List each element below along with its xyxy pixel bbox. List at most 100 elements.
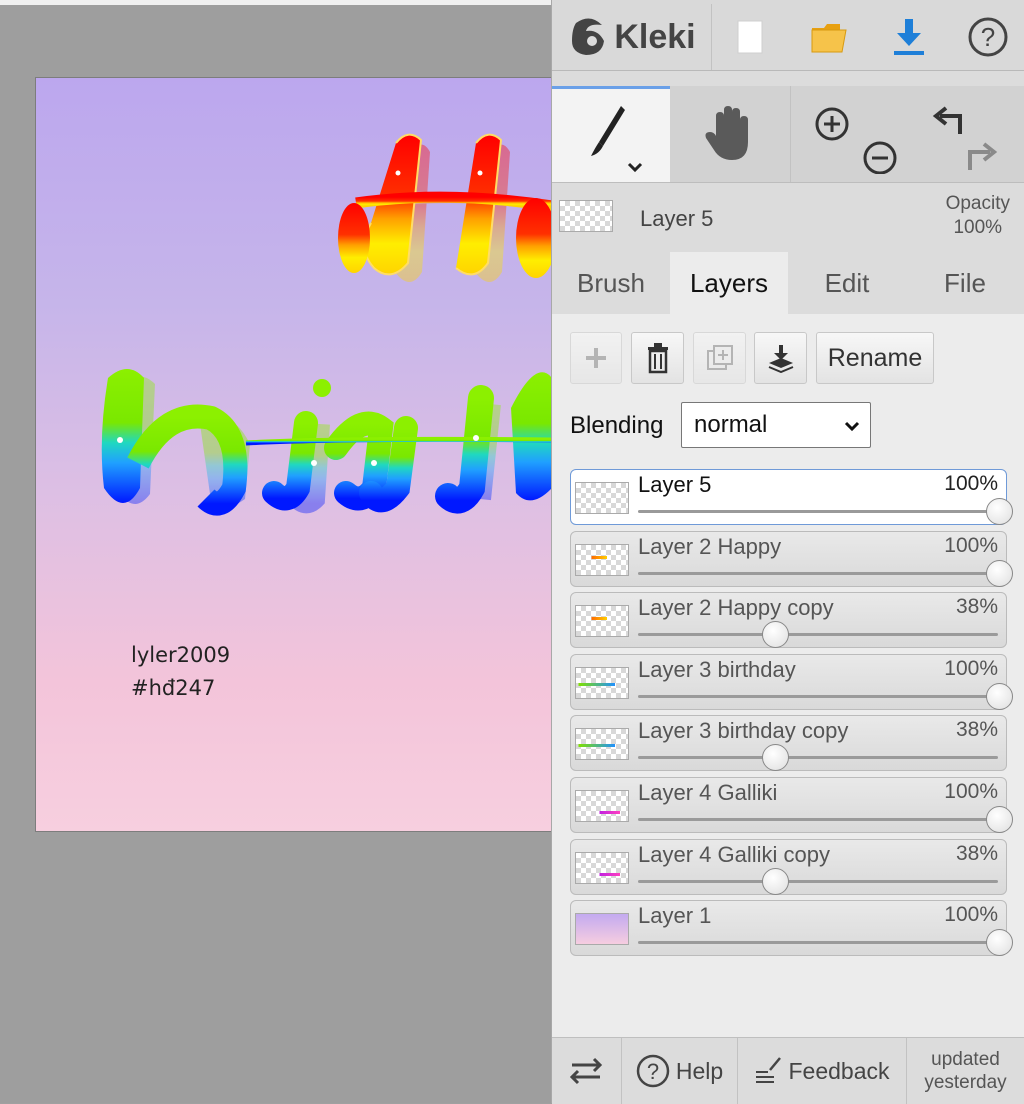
layer-opacity-value: 38% [955,842,998,865]
help-circle-icon: ? [636,1054,670,1088]
layer-row[interactable]: Layer 3 birthday copy 38% [570,715,1007,771]
layer-name: Layer 2 Happy [638,534,782,559]
canvas-artwork [101,133,551,516]
help-icon: ? [968,17,1008,57]
panel-tabs: Brush Layers Edit File [552,252,1024,315]
layer-opacity-value: 100% [944,534,998,557]
tool-row [552,86,1024,183]
svg-text:?: ? [981,22,995,52]
help-label: Help [675,1057,724,1084]
swap-sides-button[interactable] [552,1038,620,1104]
kleki-logo[interactable]: Kleki [552,4,712,70]
tab-edit[interactable]: Edit [788,252,906,314]
undo-redo-button[interactable] [904,86,1024,182]
download-button[interactable] [884,12,934,62]
hand-tool-icon [705,106,748,160]
layer-opacity-slider[interactable] [638,510,998,513]
layer-opacity-slider-handle[interactable] [986,806,1013,833]
chevron-down-icon [627,162,643,172]
opacity-value: 100% [953,217,1003,238]
rename-layer-button[interactable]: Rename [816,332,934,384]
rename-label: Rename [827,343,923,372]
blending-label: Blending [570,412,664,439]
signature-line-2: #hđ247 [131,676,216,700]
add-layer-button[interactable] [570,332,622,384]
blending-value: normal [694,411,768,438]
current-layer-thumbnail [559,200,613,232]
current-layer-opacity[interactable]: Opacity 100% [946,192,1010,240]
layer-opacity-slider[interactable] [638,880,998,883]
updated-line-1: updated [931,1049,1000,1070]
duplicate-layer-button[interactable] [693,332,746,384]
tab-layers[interactable]: Layers [670,252,788,315]
layer-opacity-slider-handle[interactable] [986,929,1013,956]
delete-layer-button[interactable] [631,332,684,384]
new-image-button[interactable] [725,12,775,62]
opacity-label: Opacity [945,193,1010,214]
layer-name: Layer 3 birthday copy [638,718,849,743]
help-button[interactable]: ? [963,12,1013,62]
current-layer-name: Layer 5 [640,206,714,231]
merge-down-button[interactable] [754,332,807,384]
layer-opacity-value: 38% [955,718,998,741]
new-image-icon [737,20,763,54]
duplicate-icon [706,345,733,370]
feedback-link[interactable]: Feedback [738,1038,906,1104]
layer-opacity-slider-handle[interactable] [762,868,789,895]
layer-row[interactable]: Layer 4 Galliki 100% [570,777,1013,833]
layer-opacity-slider[interactable] [638,941,998,944]
layer-opacity-value: 100% [944,657,998,680]
layer-thumbnail [575,852,629,884]
drawing-canvas[interactable]: lyler2009 #hđ247 [35,77,551,832]
workspace-top-edge [0,0,551,5]
layer-thumbnail [575,790,629,822]
tool-divider [790,86,791,182]
tab-brush[interactable]: Brush [552,252,670,314]
open-file-button[interactable] [805,12,855,62]
layer-row[interactable]: Layer 4 Galliki copy 38% [570,839,1007,895]
layer-name: Layer 4 Galliki [638,780,778,805]
layer-opacity-slider[interactable] [638,756,998,759]
brush-tool-button[interactable] [552,86,670,182]
layer-row[interactable]: Layer 5 100% [570,469,1013,525]
layer-opacity-slider[interactable] [638,695,998,698]
undo-icon [932,106,962,134]
layer-name: Layer 1 [638,903,712,928]
layer-opacity-slider-handle[interactable] [762,744,789,771]
canvas-workspace[interactable]: lyler2009 #hđ247 [0,0,551,1103]
updated-line-2: yesterday [924,1072,1007,1093]
side-panel: Kleki ? Layer 5 Opacity 100% Brush Layer… [551,0,1024,1104]
layer-opacity-slider-handle[interactable] [986,498,1013,525]
layer-name: Layer 4 Galliki copy [638,842,830,867]
hand-tool-button[interactable] [670,86,790,182]
layer-row[interactable]: Layer 3 birthday 100% [570,654,1013,710]
trash-icon [647,343,668,374]
layer-thumbnail [575,605,629,637]
layer-opacity-slider-handle[interactable] [762,621,789,648]
layer-row[interactable]: Layer 1 100% [570,900,1013,956]
changelog-link[interactable]: updated yesterday [907,1038,1024,1104]
layer-opacity-slider-handle[interactable] [986,560,1013,587]
app-name: Kleki [614,17,696,56]
layer-opacity-slider[interactable] [638,818,998,821]
plus-icon [586,348,606,368]
layer-opacity-slider[interactable] [638,572,998,575]
layers-tab-content: Rename Blending normal Layer 5 100% Layer … [552,314,1024,1037]
layer-row[interactable]: Layer 2 Happy 100% [570,531,1013,587]
layer-row[interactable]: Layer 2 Happy copy 38% [570,592,1007,648]
help-link[interactable]: ? Help [622,1038,737,1104]
tab-file[interactable]: File [906,252,1024,314]
layer-thumbnail [575,913,629,945]
layer-opacity-slider-handle[interactable] [986,683,1013,710]
layer-opacity-slider[interactable] [638,633,998,636]
zoom-button[interactable] [792,86,904,182]
layer-thumbnail [575,482,629,514]
layer-opacity-value: 38% [955,595,998,618]
layer-opacity-value: 100% [944,780,998,803]
signature-line-1: lyler2009 [131,643,231,667]
open-folder-icon [811,24,847,53]
svg-text:?: ? [647,1059,659,1084]
chevron-down-icon [844,421,860,432]
swap-arrows-icon [569,1057,603,1085]
blending-select[interactable]: normal [681,402,871,448]
